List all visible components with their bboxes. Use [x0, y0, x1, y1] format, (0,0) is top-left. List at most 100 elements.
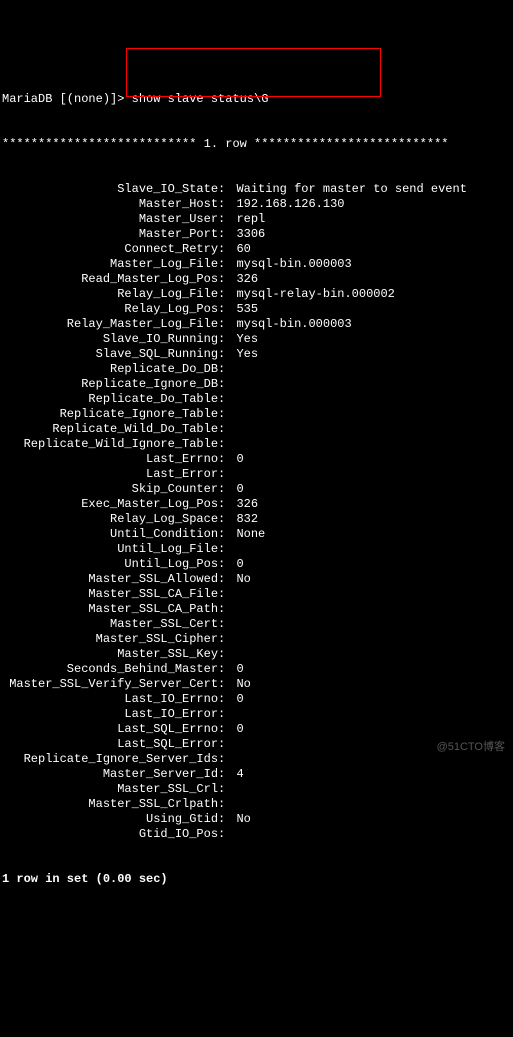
status-row: Slave_IO_Running: Yes: [2, 332, 513, 347]
status-row: Replicate_Do_Table:: [2, 392, 513, 407]
terminal-output: MariaDB [(none)]> show slave status\G **…: [0, 60, 513, 902]
status-label: Master_Server_Id: [2, 767, 218, 782]
colon: :: [218, 707, 236, 722]
status-row: Master_Log_File: mysql-bin.000003: [2, 257, 513, 272]
colon: :: [218, 272, 236, 287]
colon: :: [218, 467, 236, 482]
status-label: Last_Errno: [2, 452, 218, 467]
status-row: Master_SSL_Cert:: [2, 617, 513, 632]
prompt-line: MariaDB [(none)]> show slave status\G: [2, 92, 513, 107]
status-label: Master_SSL_Cert: [2, 617, 218, 632]
status-label: Replicate_Do_Table: [2, 392, 218, 407]
colon: :: [218, 527, 236, 542]
status-label: Master_SSL_CA_File: [2, 587, 218, 602]
status-row: Master_Port: 3306: [2, 227, 513, 242]
status-row: Read_Master_Log_Pos: 326: [2, 272, 513, 287]
colon: :: [218, 392, 236, 407]
row-header: *************************** 1. row *****…: [2, 137, 513, 152]
colon: :: [218, 542, 236, 557]
colon: :: [218, 377, 236, 392]
status-label: Until_Condition: [2, 527, 218, 542]
status-row: Replicate_Wild_Do_Table:: [2, 422, 513, 437]
status-value: 0: [236, 662, 243, 677]
row-header-mid: 1. row: [196, 137, 254, 152]
status-value: 0: [236, 452, 243, 467]
status-label: Replicate_Ignore_DB: [2, 377, 218, 392]
colon: :: [218, 587, 236, 602]
status-label: Slave_IO_Running: [2, 332, 218, 347]
colon: :: [218, 497, 236, 512]
status-label: Relay_Master_Log_File: [2, 317, 218, 332]
status-value: 0: [236, 722, 243, 737]
status-label: Master_SSL_Cipher: [2, 632, 218, 647]
colon: :: [218, 332, 236, 347]
status-row: Master_SSL_Crlpath:: [2, 797, 513, 812]
status-row: Gtid_IO_Pos:: [2, 827, 513, 842]
status-label: Gtid_IO_Pos: [2, 827, 218, 842]
status-value: 832: [236, 512, 258, 527]
shell-command[interactable]: show slave status\G: [132, 92, 269, 107]
status-label: Replicate_Ignore_Table: [2, 407, 218, 422]
status-row: Connect_Retry: 60: [2, 242, 513, 257]
status-label: Master_Host: [2, 197, 218, 212]
status-value: 0: [236, 557, 243, 572]
status-label: Read_Master_Log_Pos: [2, 272, 218, 287]
status-row: Until_Log_File:: [2, 542, 513, 557]
status-value: No: [236, 812, 250, 827]
colon: :: [218, 512, 236, 527]
colon: :: [218, 782, 236, 797]
status-row: Replicate_Ignore_Table:: [2, 407, 513, 422]
colon: :: [218, 557, 236, 572]
colon: :: [218, 572, 236, 587]
colon: :: [218, 677, 236, 692]
status-label: Master_Port: [2, 227, 218, 242]
colon: :: [218, 227, 236, 242]
colon: :: [218, 452, 236, 467]
status-label: Connect_Retry: [2, 242, 218, 257]
status-label: Replicate_Ignore_Server_Ids: [2, 752, 218, 767]
status-row: Relay_Log_File: mysql-relay-bin.000002: [2, 287, 513, 302]
status-label: Skip_Counter: [2, 482, 218, 497]
status-value: None: [236, 527, 265, 542]
status-row: Last_IO_Errno: 0: [2, 692, 513, 707]
status-row: Seconds_Behind_Master: 0: [2, 662, 513, 677]
colon: :: [218, 347, 236, 362]
status-row: Relay_Log_Space: 832: [2, 512, 513, 527]
status-label: Replicate_Do_DB: [2, 362, 218, 377]
status-value: 60: [236, 242, 250, 257]
status-row: Relay_Log_Pos: 535: [2, 302, 513, 317]
colon: :: [218, 662, 236, 677]
shell-prompt: MariaDB [(none)]>: [2, 92, 124, 107]
result-footer: 1 row in set (0.00 sec): [2, 872, 168, 887]
status-value: 3306: [236, 227, 265, 242]
status-label: Until_Log_File: [2, 542, 218, 557]
status-row: Master_Host: 192.168.126.130: [2, 197, 513, 212]
colon: :: [218, 767, 236, 782]
status-value: 192.168.126.130: [236, 197, 344, 212]
status-row: Master_SSL_Verify_Server_Cert: No: [2, 677, 513, 692]
colon: :: [218, 182, 236, 197]
status-value: 326: [236, 497, 258, 512]
status-row: Slave_IO_State: Waiting for master to se…: [2, 182, 513, 197]
status-label: Master_SSL_Verify_Server_Cert: [2, 677, 218, 692]
status-label: Seconds_Behind_Master: [2, 662, 218, 677]
status-label: Master_SSL_Key: [2, 647, 218, 662]
colon: :: [218, 257, 236, 272]
status-row: Last_SQL_Errno: 0: [2, 722, 513, 737]
status-value: 0: [236, 482, 243, 497]
status-value: Yes: [236, 347, 258, 362]
status-label: Master_User: [2, 212, 218, 227]
status-row: Using_Gtid: No: [2, 812, 513, 827]
status-row: Master_SSL_Cipher:: [2, 632, 513, 647]
status-row: Master_Server_Id: 4: [2, 767, 513, 782]
status-label: Master_SSL_Crl: [2, 782, 218, 797]
status-label: Relay_Log_Space: [2, 512, 218, 527]
colon: :: [218, 737, 236, 752]
status-value: mysql-relay-bin.000002: [236, 287, 394, 302]
colon: :: [218, 317, 236, 332]
status-label: Last_IO_Error: [2, 707, 218, 722]
status-row: Relay_Master_Log_File: mysql-bin.000003: [2, 317, 513, 332]
status-row: Replicate_Ignore_DB:: [2, 377, 513, 392]
status-label: Master_SSL_Crlpath: [2, 797, 218, 812]
status-label: Master_Log_File: [2, 257, 218, 272]
